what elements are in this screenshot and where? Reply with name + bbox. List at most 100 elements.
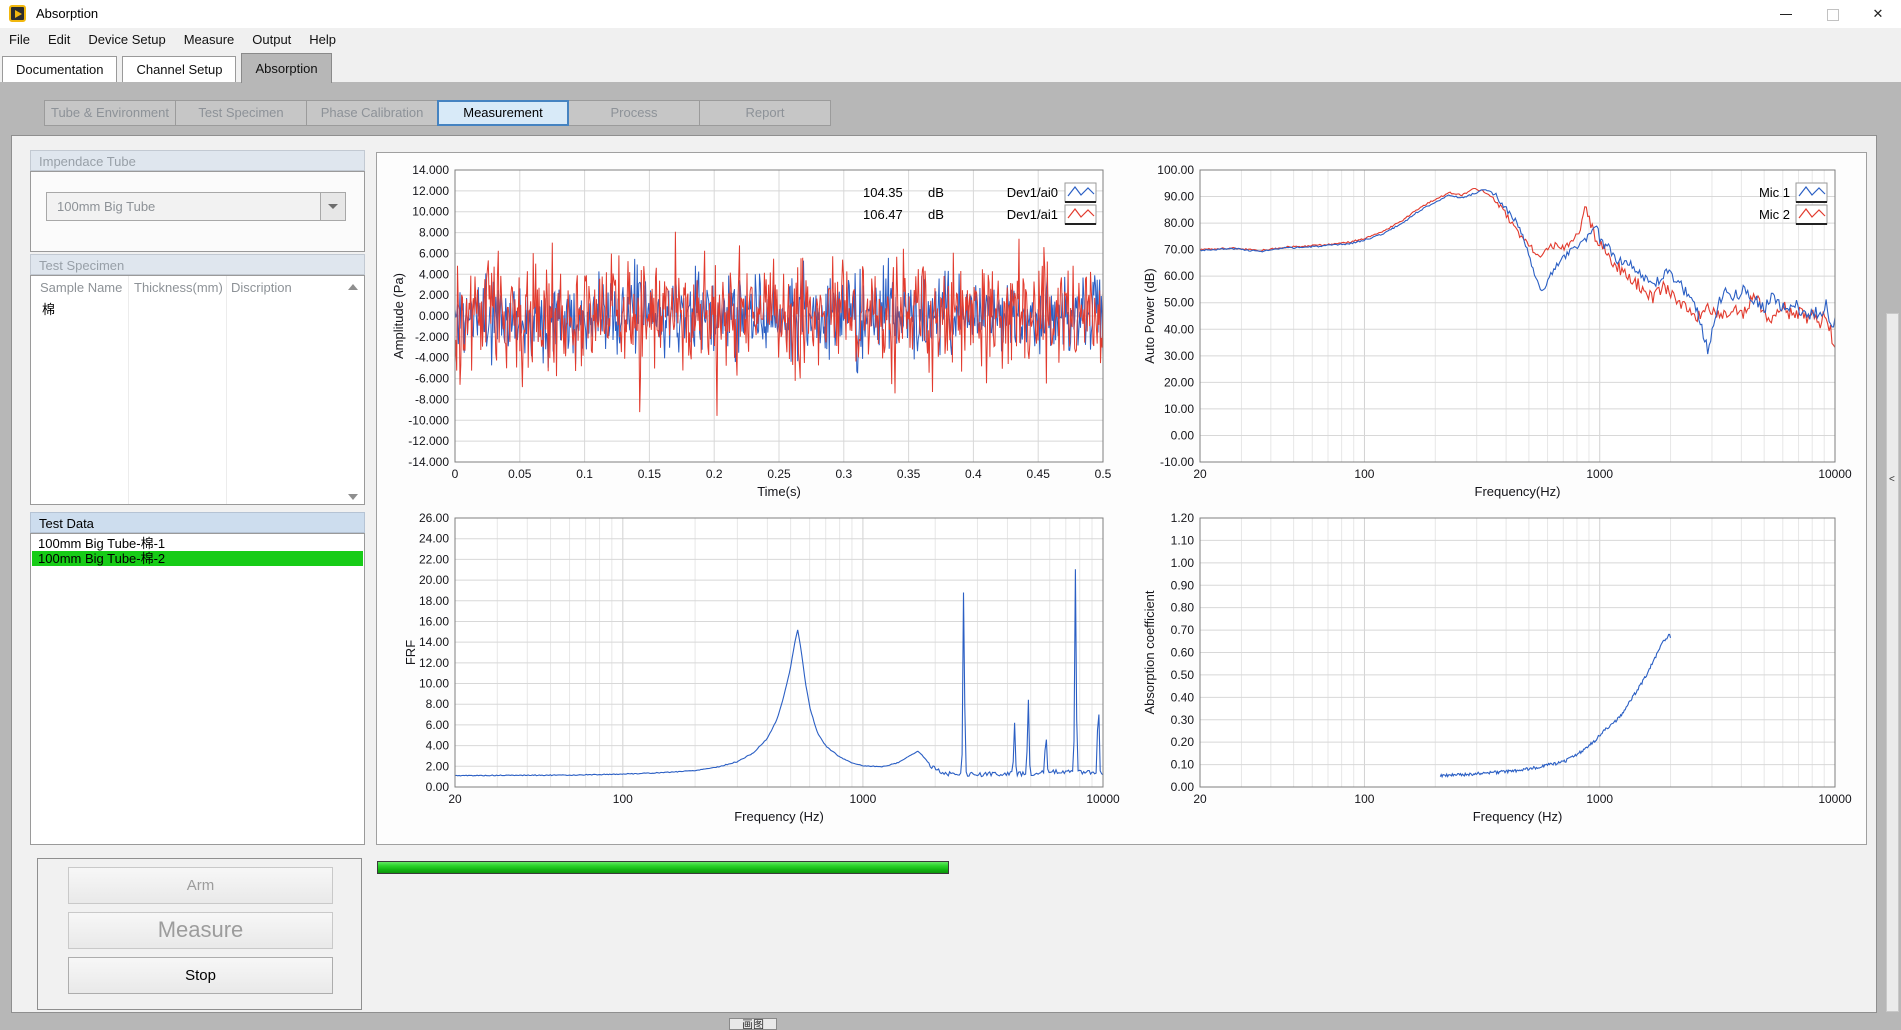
svg-text:0.35: 0.35 (897, 467, 921, 481)
stop-button[interactable]: Stop (68, 957, 333, 994)
svg-text:0.10: 0.10 (1171, 758, 1195, 772)
svg-text:70.00: 70.00 (1164, 243, 1194, 257)
svg-text:50.00: 50.00 (1164, 296, 1194, 310)
svg-text:0.3: 0.3 (835, 467, 852, 481)
svg-text:14.00: 14.00 (419, 635, 449, 649)
svg-text:0.00: 0.00 (426, 780, 450, 794)
svg-text:Dev1/ai1: Dev1/ai1 (1007, 207, 1058, 222)
svg-text:0.80: 0.80 (1171, 601, 1195, 615)
svg-text:10000: 10000 (1086, 792, 1120, 806)
svg-text:40.00: 40.00 (1164, 322, 1194, 336)
svg-text:0.60: 0.60 (1171, 646, 1195, 660)
svg-text:20.00: 20.00 (1164, 375, 1194, 389)
svg-text:Frequency (Hz): Frequency (Hz) (1473, 809, 1563, 824)
column-header-discription: Discription (231, 280, 292, 295)
window-title: Absorption (36, 0, 98, 28)
svg-text:0.45: 0.45 (1027, 467, 1051, 481)
minimize-button[interactable] (1763, 0, 1809, 28)
charts-canvas: 14.00012.00010.0008.0006.0004.0002.0000.… (377, 153, 1866, 844)
tab-absorption[interactable]: Absorption (241, 53, 331, 83)
subtab-report[interactable]: Report (699, 100, 831, 126)
subtab-tube-environment[interactable]: Tube & Environment (44, 100, 176, 126)
svg-text:-6.000: -6.000 (415, 372, 449, 386)
subtab-phase-calibration[interactable]: Phase Calibration (306, 100, 438, 126)
svg-text:Auto Power (dB): Auto Power (dB) (1142, 268, 1157, 363)
maximize-icon (1827, 9, 1839, 21)
svg-text:-10.000: -10.000 (408, 413, 449, 427)
svg-text:0.000: 0.000 (419, 309, 449, 323)
tube-select-value: 100mm Big Tube (57, 193, 155, 220)
column-header-sample-name: Sample Name (40, 280, 122, 295)
svg-text:0.1: 0.1 (576, 467, 593, 481)
svg-text:0.15: 0.15 (638, 467, 662, 481)
test-specimen-table (30, 275, 365, 505)
taskbar-item[interactable]: 画图 (729, 1018, 777, 1030)
svg-text:Dev1/ai0: Dev1/ai0 (1007, 185, 1058, 200)
tube-select-dropdown[interactable]: 100mm Big Tube (46, 192, 346, 221)
svg-text:90.00: 90.00 (1164, 190, 1194, 204)
subtab-bar: Tube & EnvironmentTest SpecimenPhase Cal… (45, 100, 831, 126)
column-divider (226, 276, 227, 504)
svg-text:10.00: 10.00 (1164, 402, 1194, 416)
frf-chart: 26.0024.0022.0020.0018.0016.0014.0012.00… (403, 511, 1120, 824)
column-header-thickness: Thickness(mm) (134, 280, 223, 295)
svg-text:100.00: 100.00 (1157, 163, 1194, 177)
svg-text:-8.000: -8.000 (415, 392, 449, 406)
svg-text:0.70: 0.70 (1171, 623, 1195, 637)
svg-text:0.20: 0.20 (1171, 735, 1195, 749)
svg-text:20: 20 (448, 792, 462, 806)
tab-documentation[interactable]: Documentation (2, 56, 117, 82)
svg-text:106.47: 106.47 (863, 207, 903, 222)
svg-text:20.00: 20.00 (419, 573, 449, 587)
svg-text:10.000: 10.000 (412, 205, 449, 219)
svg-text:0.00: 0.00 (1171, 780, 1195, 794)
subtab-measurement[interactable]: Measurement (437, 100, 569, 126)
svg-text:22.00: 22.00 (419, 552, 449, 566)
svg-text:4.00: 4.00 (426, 739, 450, 753)
tab-channel-setup[interactable]: Channel Setup (122, 56, 236, 82)
test-data-list: 100mm Big Tube-棉-1100mm Big Tube-棉-2 (30, 533, 365, 845)
menu-item-measure[interactable]: Measure (175, 28, 244, 52)
svg-text:100: 100 (1354, 792, 1374, 806)
subtab-test-specimen[interactable]: Test Specimen (175, 100, 307, 126)
svg-text:Mic 1: Mic 1 (1759, 185, 1790, 200)
table-scroll-down-icon[interactable] (348, 494, 358, 500)
menu-item-file[interactable]: File (0, 28, 39, 52)
svg-text:0.90: 0.90 (1171, 578, 1195, 592)
menu-item-help[interactable]: Help (300, 28, 345, 52)
chevron-down-icon (328, 204, 338, 209)
table-row-sample[interactable]: 棉 (42, 299, 55, 318)
play-icon (15, 10, 22, 18)
svg-text:8.00: 8.00 (426, 697, 450, 711)
svg-text:100: 100 (613, 792, 633, 806)
svg-text:FRF: FRF (403, 640, 418, 665)
svg-text:20: 20 (1193, 467, 1207, 481)
table-scroll-up-icon[interactable] (348, 284, 358, 290)
subtab-process[interactable]: Process (568, 100, 700, 126)
test-data-item[interactable]: 100mm Big Tube-棉-2 (32, 551, 363, 566)
menu-item-device-setup[interactable]: Device Setup (79, 28, 174, 52)
svg-text:24.00: 24.00 (419, 532, 449, 546)
svg-text:104.35: 104.35 (863, 185, 903, 200)
time-waveform-chart: 14.00012.00010.0008.0006.0004.0002.0000.… (391, 163, 1112, 499)
svg-text:100: 100 (1354, 467, 1374, 481)
svg-text:0: 0 (452, 467, 459, 481)
test-data-header: Test Data (30, 512, 365, 533)
svg-text:20: 20 (1193, 792, 1207, 806)
svg-text:0.25: 0.25 (767, 467, 791, 481)
column-divider (128, 276, 129, 504)
svg-text:10000: 10000 (1818, 792, 1852, 806)
svg-text:1000: 1000 (1586, 792, 1613, 806)
menu-item-output[interactable]: Output (243, 28, 300, 52)
menu-item-edit[interactable]: Edit (39, 28, 79, 52)
arm-button: Arm (68, 867, 333, 904)
collapse-panel-scrollbar[interactable]: < (1886, 313, 1899, 1012)
impedance-tube-header: Impendace Tube (30, 150, 365, 171)
test-data-item[interactable]: 100mm Big Tube-棉-1 (32, 536, 363, 551)
dropdown-arrow-button[interactable] (320, 193, 345, 220)
svg-text:0.50: 0.50 (1171, 668, 1195, 682)
auto-power-chart: 100.0090.0080.0070.0060.0050.0040.0030.0… (1142, 163, 1852, 499)
close-button[interactable]: ✕ (1855, 0, 1901, 28)
svg-text:0.4: 0.4 (965, 467, 982, 481)
svg-text:1.00: 1.00 (1171, 556, 1195, 570)
